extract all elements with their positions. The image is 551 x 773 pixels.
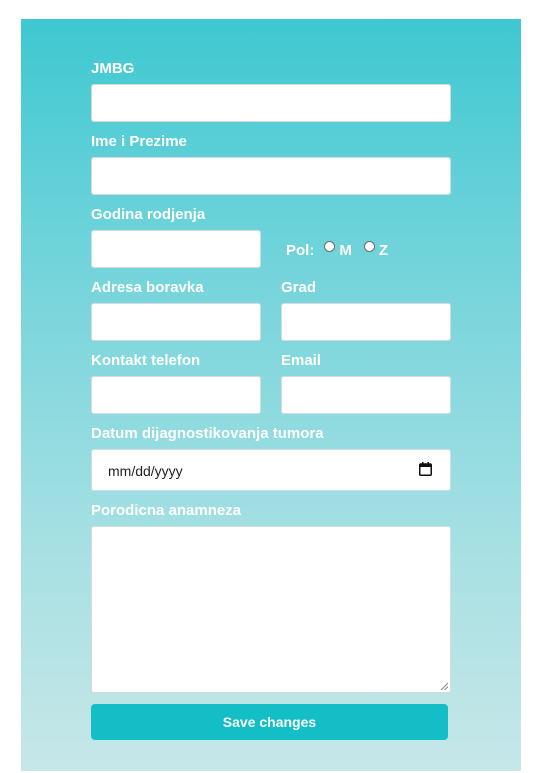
sex-option-m-label: M: [339, 241, 352, 259]
sex-radio-z[interactable]: [363, 240, 375, 252]
sex-option-z-label: Z: [378, 241, 389, 259]
sex-radio-m[interactable]: [324, 240, 336, 252]
family-history-label: Porodicna anamneza: [91, 502, 242, 519]
phone-input[interactable]: [91, 376, 261, 414]
email-input[interactable]: [281, 376, 451, 414]
birth-year-label: Godina rodjenja: [91, 206, 206, 223]
city-input[interactable]: [281, 303, 451, 341]
resize-handle-icon[interactable]: [440, 682, 448, 690]
email-label: Email: [281, 352, 322, 369]
birth-year-input[interactable]: [91, 230, 261, 268]
diagnosis-date-placeholder: mm/dd/yyyy: [108, 463, 183, 479]
diagnosis-date-input[interactable]: mm/dd/yyyy: [91, 449, 451, 491]
city-label: Grad: [281, 279, 317, 296]
full-name-input[interactable]: [91, 157, 451, 195]
patient-form-panel: JMBG Ime i Prezime Godina rodjenja Pol: …: [21, 19, 521, 771]
address-input[interactable]: [91, 303, 261, 341]
save-changes-button[interactable]: Save changes: [91, 704, 448, 740]
calendar-icon[interactable]: [419, 462, 432, 476]
jmbg-label: JMBG: [91, 60, 135, 77]
family-history-textarea[interactable]: [91, 526, 451, 693]
full-name-label: Ime i Prezime: [91, 133, 187, 150]
address-label: Adresa boravka: [91, 279, 204, 296]
sex-radio-group: Pol: M Z: [286, 240, 388, 260]
jmbg-input[interactable]: [91, 84, 451, 122]
diagnosis-date-label: Datum dijagnostikovanja tumora: [91, 425, 324, 442]
phone-label: Kontakt telefon: [91, 352, 201, 369]
sex-label: Pol:: [286, 241, 315, 259]
